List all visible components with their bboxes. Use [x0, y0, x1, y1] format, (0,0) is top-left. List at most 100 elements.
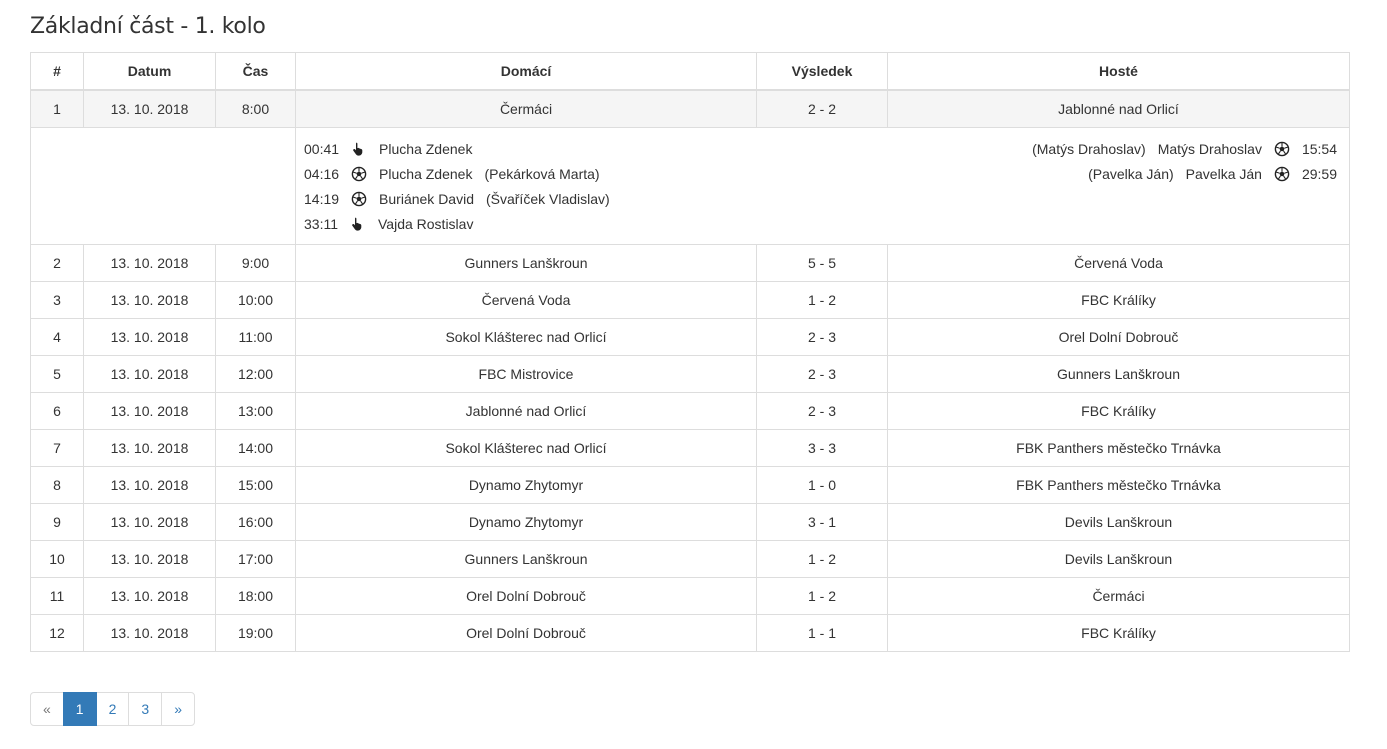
table-header-row: # Datum Čas Domácí Výsledek Hosté — [30, 52, 1350, 91]
cell-away-team: Gunners Lanškroun — [887, 355, 1350, 393]
event-assist: (Pavelka Ján) — [1088, 165, 1174, 182]
cell-time: 9:00 — [215, 244, 296, 282]
page-title: Základní část - 1. kolo — [30, 14, 266, 39]
table-row[interactable]: 1 13. 10. 2018 8:00 Čermáci 2 - 2 Jablon… — [30, 89, 1350, 128]
col-header-number: # — [30, 52, 84, 91]
event-time: 29:59 — [1301, 165, 1337, 182]
event-item: 14:19 Buriánek David (Švaříček Vladislav) — [304, 186, 610, 211]
cell-time: 13:00 — [215, 392, 296, 430]
col-header-time: Čas — [215, 52, 296, 91]
cell-home-team: FBC Mistrovice — [295, 355, 757, 393]
event-time: 04:16 — [304, 165, 340, 182]
cell-date: 13. 10. 2018 — [83, 392, 216, 430]
ball-icon — [1274, 166, 1290, 182]
event-player: Plucha Zdenek — [379, 140, 473, 157]
cell-date: 13. 10. 2018 — [83, 318, 216, 356]
table-row[interactable]: 12 13. 10. 2018 19:00 Orel Dolní Dobrouč… — [30, 614, 1350, 652]
cell-result: 1 - 0 — [756, 466, 888, 504]
cell-number: 8 — [30, 466, 84, 504]
cell-result: 3 - 3 — [756, 429, 888, 467]
ball-icon — [351, 166, 367, 182]
event-item: 33:11 Vajda Rostislav — [304, 211, 610, 236]
cell-time: 18:00 — [215, 577, 296, 615]
cell-result: 5 - 5 — [756, 244, 888, 282]
cell-number: 2 — [30, 244, 84, 282]
event-time: 00:41 — [304, 140, 340, 157]
cell-number: 10 — [30, 540, 84, 578]
cell-home-team: Orel Dolní Dobrouč — [295, 614, 757, 652]
cell-number: 7 — [30, 429, 84, 467]
cell-date: 13. 10. 2018 — [83, 466, 216, 504]
cell-away-team: FBK Panthers městečko Trnávka — [887, 429, 1350, 467]
cell-date: 13. 10. 2018 — [83, 577, 216, 615]
hand-pointer-icon — [351, 141, 367, 157]
cell-result: 2 - 3 — [756, 392, 888, 430]
events-spacer — [30, 127, 296, 245]
event-assist: (Pekárková Marta) — [484, 165, 600, 182]
event-item: (Pavelka Ján) Pavelka Ján 29:59 — [1032, 161, 1337, 186]
cell-time: 11:00 — [215, 318, 296, 356]
table-row[interactable]: 6 13. 10. 2018 13:00 Jablonné nad Orlicí… — [30, 392, 1350, 430]
event-assist: (Švaříček Vladislav) — [485, 190, 610, 207]
cell-away-team: FBK Panthers městečko Trnávka — [887, 466, 1350, 504]
cell-home-team: Čermáci — [295, 89, 757, 128]
cell-number: 9 — [30, 503, 84, 541]
pagination-page-3[interactable]: 3 — [128, 692, 163, 726]
cell-time: 19:00 — [215, 614, 296, 652]
cell-result: 1 - 2 — [756, 281, 888, 319]
event-time: 33:11 — [304, 215, 338, 232]
table-row[interactable]: 7 13. 10. 2018 14:00 Sokol Klášterec nad… — [30, 429, 1350, 467]
table-row[interactable]: 10 13. 10. 2018 17:00 Gunners Lanškroun … — [30, 540, 1350, 578]
cell-number: 4 — [30, 318, 84, 356]
cell-time: 8:00 — [215, 89, 296, 128]
cell-home-team: Sokol Klášterec nad Orlicí — [295, 318, 757, 356]
pagination-page-1[interactable]: 1 — [62, 692, 97, 726]
table-row[interactable]: 5 13. 10. 2018 12:00 FBC Mistrovice 2 - … — [30, 355, 1350, 393]
event-item: 04:16 Plucha Zdenek (Pekárková Marta) — [304, 161, 610, 186]
table-row[interactable]: 11 13. 10. 2018 18:00 Orel Dolní Dobrouč… — [30, 577, 1350, 615]
pagination: «1 2 3» — [30, 692, 1349, 726]
cell-date: 13. 10. 2018 — [83, 355, 216, 393]
games-table: # Datum Čas Domácí Výsledek Hosté 1 13. … — [30, 52, 1350, 652]
cell-home-team: Jablonné nad Orlicí — [295, 392, 757, 430]
cell-date: 13. 10. 2018 — [83, 503, 216, 541]
match-events-row: 00:41 Plucha Zdenek 04:16 Plucha Zdenek (Pek… — [30, 127, 1350, 245]
event-player: Matýs Drahoslav — [1157, 140, 1262, 157]
cell-home-team: Dynamo Zhytomyr — [295, 466, 757, 504]
cell-date: 13. 10. 2018 — [83, 614, 216, 652]
cell-time: 17:00 — [215, 540, 296, 578]
cell-date: 13. 10. 2018 — [83, 244, 216, 282]
cell-time: 10:00 — [215, 281, 296, 319]
cell-number: 3 — [30, 281, 84, 319]
table-row[interactable]: 8 13. 10. 2018 15:00 Dynamo Zhytomyr 1 -… — [30, 466, 1350, 504]
event-item: 00:41 Plucha Zdenek — [304, 136, 610, 161]
table-row[interactable]: 9 13. 10. 2018 16:00 Dynamo Zhytomyr 3 -… — [30, 503, 1350, 541]
col-header-date: Datum — [83, 52, 216, 91]
col-header-away: Hosté — [887, 52, 1350, 91]
table-row[interactable]: 3 13. 10. 2018 10:00 Červená Voda 1 - 2 … — [30, 281, 1350, 319]
cell-away-team: Jablonné nad Orlicí — [887, 89, 1350, 128]
cell-date: 13. 10. 2018 — [83, 281, 216, 319]
cell-away-team: FBC Králíky — [887, 281, 1350, 319]
cell-date: 13. 10. 2018 — [83, 429, 216, 467]
cell-away-team: FBC Králíky — [887, 392, 1350, 430]
ball-icon — [351, 191, 367, 207]
cell-away-team: FBC Králíky — [887, 614, 1350, 652]
cell-away-team: Orel Dolní Dobrouč — [887, 318, 1350, 356]
cell-home-team: Orel Dolní Dobrouč — [295, 577, 757, 615]
event-assist: (Matýs Drahoslav) — [1032, 140, 1146, 157]
cell-date: 13. 10. 2018 — [83, 89, 216, 128]
table-row[interactable]: 4 13. 10. 2018 11:00 Sokol Klášterec nad… — [30, 318, 1350, 356]
cell-away-team: Čermáci — [887, 577, 1350, 615]
pagination-next-button[interactable]: » — [161, 692, 195, 726]
event-time: 14:19 — [304, 190, 340, 207]
pagination-prev-button[interactable]: « — [30, 692, 64, 726]
cell-result: 2 - 3 — [756, 355, 888, 393]
event-time: 15:54 — [1301, 140, 1337, 157]
pagination-page-2[interactable]: 2 — [95, 692, 130, 726]
event-item: (Matýs Drahoslav) Matýs Drahoslav 15:54 — [1032, 136, 1337, 161]
cell-home-team: Dynamo Zhytomyr — [295, 503, 757, 541]
cell-time: 16:00 — [215, 503, 296, 541]
table-row[interactable]: 2 13. 10. 2018 9:00 Gunners Lanškroun 5 … — [30, 244, 1350, 282]
event-player: Pavelka Ján — [1185, 165, 1262, 182]
